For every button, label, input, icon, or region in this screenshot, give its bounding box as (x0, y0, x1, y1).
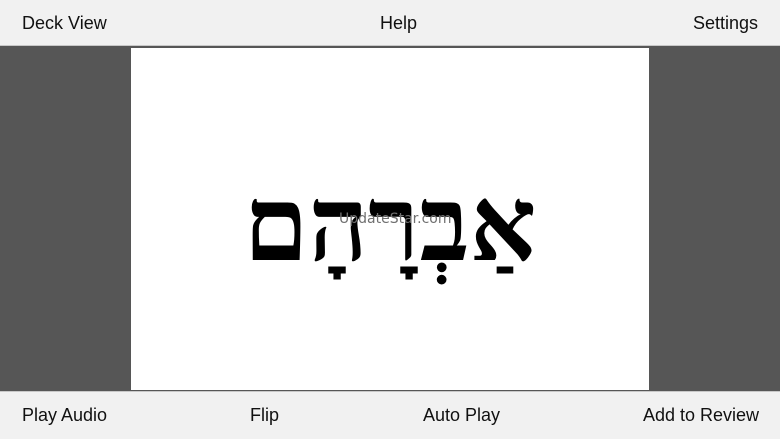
deck-view-button[interactable]: Deck View (22, 0, 107, 46)
auto-play-button[interactable]: Auto Play (423, 392, 500, 439)
help-button[interactable]: Help (380, 0, 417, 46)
settings-button[interactable]: Settings (693, 0, 758, 46)
flip-button[interactable]: Flip (250, 392, 279, 439)
flashcard[interactable]: אַבְרָהָם UpdateStar.com (131, 48, 649, 390)
bottom-toolbar: Play Audio Flip Auto Play Add to Review (0, 391, 780, 439)
top-toolbar: Deck View Help Settings (0, 0, 780, 46)
watermark-text: UpdateStar.com (339, 211, 452, 227)
add-to-review-button[interactable]: Add to Review (643, 392, 759, 439)
play-audio-button[interactable]: Play Audio (22, 392, 107, 439)
